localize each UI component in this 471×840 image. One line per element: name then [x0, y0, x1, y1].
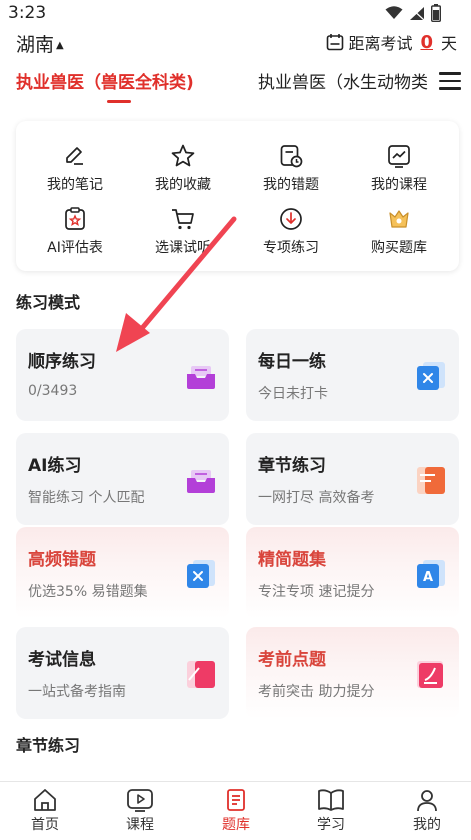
- quick-link-favorites[interactable]: 我的收藏: [128, 143, 238, 199]
- mode-card-pre-exam-tips[interactable]: 考前点题 考前突击 助力提分: [246, 627, 459, 719]
- shopping-cart-icon: [172, 209, 194, 230]
- quick-links-card: 我的笔记 我的收藏 我的错题 我的课程 AI评估表 选课试听 专项练习 购买题库: [16, 121, 459, 271]
- status-bar: 3:23: [0, 0, 471, 26]
- svg-text:A: A: [423, 570, 433, 585]
- download-cloud-icon: [280, 208, 302, 230]
- quick-link-trial-courses[interactable]: 选课试听: [128, 206, 238, 262]
- blue-a-book-icon: A: [417, 560, 445, 588]
- pink-book-icon: [187, 661, 215, 688]
- nav-question-bank[interactable]: 题库: [196, 788, 276, 834]
- mode-card-sequential[interactable]: 顺序练习 0/3493: [16, 329, 229, 421]
- nav-courses[interactable]: 课程: [100, 788, 180, 834]
- quick-link-label: 购买题库: [371, 240, 427, 256]
- region-label: 湖南: [16, 34, 55, 56]
- quick-link-label: AI评估表: [47, 240, 103, 256]
- mode-subtitle: 今日未打卡: [258, 386, 328, 402]
- quick-link-label: 专项练习: [263, 240, 319, 256]
- pink-pen-book-icon: [417, 661, 443, 688]
- mode-card-chapter[interactable]: 章节练习 一网打尽 高效备考: [246, 433, 459, 525]
- calendar-icon: [327, 34, 344, 51]
- nav-home[interactable]: 首页: [5, 788, 85, 834]
- mode-subtitle: 优选35% 易错题集: [28, 584, 148, 600]
- chapter-section-title: 章节练习: [16, 736, 81, 755]
- nav-label: 学习: [317, 817, 345, 833]
- star-icon: [171, 144, 195, 167]
- subject-tabs: 执业兽医（兽医全科类) 执业兽医（水生动物类: [0, 64, 471, 104]
- quick-link-label: 选课试听: [155, 240, 211, 256]
- region-selector[interactable]: 湖南 ▲: [16, 30, 64, 57]
- caret-down-icon: ▲: [56, 40, 64, 51]
- mode-title: 顺序练习: [28, 352, 96, 372]
- home-icon: [34, 789, 56, 811]
- quick-link-buy-question-bank[interactable]: 购买题库: [344, 206, 454, 262]
- nav-study[interactable]: 学习: [291, 788, 371, 834]
- mode-subtitle: 一网打尽 高效备考: [258, 490, 375, 506]
- quick-link-notes[interactable]: 我的笔记: [20, 143, 130, 199]
- quick-link-courses[interactable]: 我的课程: [344, 143, 454, 199]
- purple-inbox-icon: [187, 366, 215, 389]
- mode-title: 高频错题: [28, 550, 96, 570]
- mode-card-ai[interactable]: AI练习 智能练习 个人匹配: [16, 433, 229, 525]
- purple-inbox-icon: [187, 470, 215, 493]
- open-book-icon: [318, 789, 344, 811]
- ai-clipboard-icon: [65, 207, 85, 230]
- nav-profile[interactable]: 我的: [387, 788, 467, 834]
- mode-card-frequent-errors[interactable]: 高频错题 优选35% 易错题集: [16, 527, 229, 619]
- nav-label: 课程: [126, 817, 154, 833]
- quick-link-label: 我的收藏: [155, 177, 211, 193]
- signal-icon: [409, 6, 425, 20]
- crown-shop-icon: [389, 210, 409, 228]
- mode-title: 考试信息: [28, 650, 96, 670]
- mode-title: 章节练习: [258, 456, 326, 476]
- pencil-note-icon: [66, 147, 83, 165]
- countdown-days: 0: [420, 31, 433, 53]
- status-icons: [385, 4, 441, 22]
- countdown-label: 距离考试: [348, 34, 413, 53]
- mode-card-daily[interactable]: 每日一练 今日未打卡: [246, 329, 459, 421]
- nav-label: 我的: [413, 817, 441, 833]
- quick-link-label: 我的笔记: [47, 177, 103, 193]
- tab-vet-aquatic[interactable]: 执业兽医（水生动物类: [258, 68, 443, 93]
- bottom-nav: 首页 课程 题库 学习 我的: [0, 781, 471, 840]
- mode-subtitle: 一站式备考指南: [28, 684, 126, 700]
- mode-title: 每日一练: [258, 352, 326, 372]
- nav-label: 首页: [31, 817, 59, 833]
- practice-section-title: 练习模式: [16, 293, 81, 312]
- status-time: 3:23: [8, 3, 47, 23]
- profile-icon: [417, 790, 437, 812]
- exam-countdown[interactable]: 距离考试 0 天: [326, 30, 457, 54]
- mode-subtitle: 专注专项 速记提分: [258, 584, 375, 600]
- mode-title: 精简题集: [258, 550, 326, 570]
- quick-link-wrong-questions[interactable]: 我的错题: [236, 143, 346, 199]
- quick-link-label: 我的错题: [263, 177, 319, 193]
- countdown-unit: 天: [440, 34, 457, 53]
- mode-title: AI练习: [28, 456, 82, 476]
- question-bank-icon: [227, 789, 245, 811]
- top-header: 湖南 ▲ 距离考试 0 天: [0, 28, 471, 60]
- mode-subtitle: 智能练习 个人匹配: [28, 490, 145, 506]
- tab-vet-general[interactable]: 执业兽医（兽医全科类): [16, 68, 194, 93]
- mode-card-exam-info[interactable]: 考试信息 一站式备考指南: [16, 627, 229, 719]
- video-play-icon: [127, 789, 153, 812]
- blue-calendar-icon: [187, 560, 215, 588]
- course-chart-icon: [388, 145, 410, 168]
- quick-link-ai-assessment[interactable]: AI评估表: [20, 206, 130, 262]
- active-tab-indicator: [107, 100, 131, 103]
- mode-card-condensed-set[interactable]: 精简题集 专注专项 速记提分 A: [246, 527, 459, 619]
- mode-title: 考前点题: [258, 650, 326, 670]
- wrong-questions-icon: [280, 145, 303, 168]
- quick-link-special-practice[interactable]: 专项练习: [236, 206, 346, 262]
- nav-label: 题库: [222, 817, 250, 833]
- blue-calendar-icon: [417, 362, 445, 390]
- wifi-icon: [385, 6, 403, 19]
- quick-link-label: 我的课程: [371, 177, 427, 193]
- mode-subtitle: 0/3493: [28, 383, 78, 399]
- battery-icon: [431, 4, 441, 22]
- orange-book-icon: [417, 467, 445, 494]
- menu-icon[interactable]: [439, 72, 461, 90]
- mode-subtitle: 考前突击 助力提分: [258, 684, 375, 700]
